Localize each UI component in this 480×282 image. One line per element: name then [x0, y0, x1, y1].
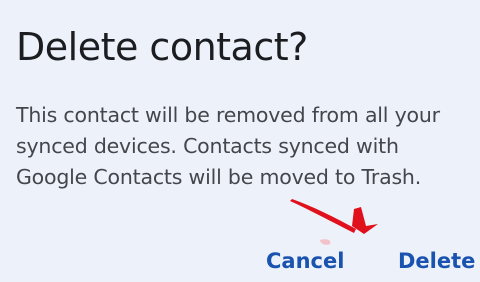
- arrow-head: [352, 207, 378, 234]
- dialog-actions: Cancel Delete: [0, 240, 480, 282]
- dialog-message-line: This contact will be removed from all yo…: [16, 103, 440, 127]
- delete-button[interactable]: Delete: [398, 240, 475, 282]
- arrow-shaft: [290, 199, 356, 233]
- dialog-title: Delete contact?: [16, 25, 308, 69]
- delete-contact-dialog: Delete contact? This contact will be rem…: [0, 0, 480, 282]
- dialog-message-line: Google Contacts will be moved to Trash.: [16, 165, 422, 189]
- cancel-button[interactable]: Cancel: [266, 240, 344, 282]
- dialog-message-line: synced devices. Contacts synced with: [16, 134, 399, 158]
- dialog-message: This contact will be removed from all yo…: [16, 100, 476, 193]
